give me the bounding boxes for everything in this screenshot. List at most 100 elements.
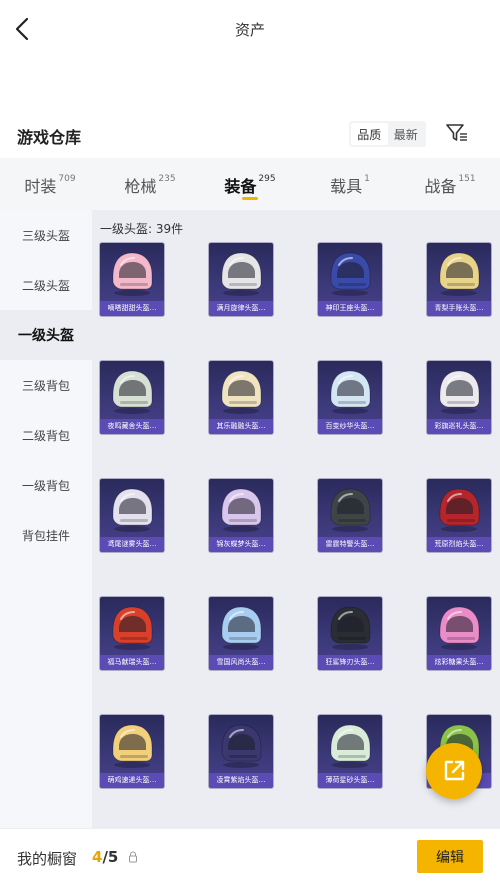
helmet-item-name: 鸢尾谜雾头盔… — [100, 537, 164, 552]
helmet-icon — [439, 370, 480, 414]
showcase-label: 我的橱窗 — [17, 850, 78, 868]
helmet-item-card[interactable]: 狂鲨锋刃头盔… — [318, 597, 382, 670]
subcategory-sidebar: 三级头盔 二级头盔 一级头盔 三级背包 二级背包 一级背包 背包挂件 — [0, 210, 92, 828]
helmet-item-name: 夜鸣藏舍头盔… — [100, 419, 164, 434]
item-count-heading: 一级头盔: 39件 — [100, 222, 184, 236]
helmet-item-name: 嘀嗒甜甜头盔… — [100, 301, 164, 316]
helmet-icon — [221, 724, 262, 768]
helmet-item-card[interactable]: 萌鸡速递头盔… — [100, 715, 164, 788]
section-header: 游戏仓库 品质 最新 — [0, 116, 500, 156]
page-title: 资产 — [234, 21, 265, 39]
helmet-icon — [112, 252, 153, 296]
showcase-total-count: 5 — [107, 848, 119, 866]
tab-count: 235 — [158, 174, 176, 184]
helmet-item-name: 炫彩糖果头盔… — [427, 655, 491, 670]
item-content-panel: 一级头盔: 39件 嘀嗒甜甜头盔… 满月旋律头盔… 神印王座头盔… 青梨手账头盔… 夜鸣… — [92, 210, 500, 828]
tab-count: 709 — [58, 174, 76, 184]
helmet-item-card[interactable]: 嘀嗒甜甜头盔… — [100, 243, 164, 316]
helmet-icon — [221, 488, 262, 532]
helmet-item-name: 福马献瑞头盔… — [100, 655, 164, 670]
tab-label: 时装 — [24, 177, 57, 196]
helmet-item-card[interactable]: 夜鸣藏舍头盔… — [100, 361, 164, 434]
helmet-item-name: 百变纱华头盔… — [318, 419, 382, 434]
helmet-icon — [112, 724, 153, 768]
helmet-icon — [330, 724, 371, 768]
tab-fashion[interactable]: 时装 709 — [0, 158, 100, 210]
helmet-item-name: 青梨手账头盔… — [427, 301, 491, 316]
showcase-used-count: 4 — [92, 848, 103, 866]
helmet-icon — [439, 252, 480, 296]
helmet-item-card[interactable]: 百变纱华头盔… — [318, 361, 382, 434]
helmet-item-name: 锦灰蝶梦头盔… — [209, 537, 273, 552]
showcase-bar: 我的橱窗 4/5 编辑 — [0, 828, 500, 885]
helmet-icon — [330, 606, 371, 650]
helmet-icon — [112, 606, 153, 650]
helmet-icon — [330, 370, 371, 414]
helmet-item-card[interactable]: 雷霆特警头盔… — [318, 479, 382, 552]
tab-weapons[interactable]: 枪械 235 — [100, 158, 200, 210]
helmet-item-name: 薄荷星砂头盔… — [318, 773, 382, 788]
helmet-item-card[interactable]: 满月旋律头盔… — [209, 243, 273, 316]
sidebar-item-level3-helmet[interactable]: 三级头盔 — [0, 210, 92, 260]
tab-label: 枪械 — [124, 177, 157, 196]
tab-supplies[interactable]: 战备 151 — [400, 158, 500, 210]
section-title: 游戏仓库 — [17, 128, 82, 147]
sidebar-item-level2-backpack[interactable]: 二级背包 — [0, 410, 92, 460]
helmet-icon — [439, 488, 480, 532]
tab-count: 151 — [458, 174, 476, 184]
helmet-item-name: 满月旋律头盔… — [209, 301, 273, 316]
category-tabs: 时装 709 枪械 235 装备 295 载具 1 战备 151 — [0, 158, 500, 210]
sort-quality-option[interactable]: 品质 — [351, 123, 388, 145]
helmet-item-card[interactable]: 炫彩糖果头盔… — [427, 597, 491, 670]
share-button[interactable] — [426, 743, 482, 799]
tab-equipment[interactable]: 装备 295 — [200, 158, 300, 210]
helmet-item-card[interactable]: 福马献瑞头盔… — [100, 597, 164, 670]
helmet-icon — [221, 370, 262, 414]
sort-latest-option[interactable]: 最新 — [388, 123, 425, 145]
helmet-item-name: 狂鲨锋刃头盔… — [318, 655, 382, 670]
helmet-item-name: 神印王座头盔… — [318, 301, 382, 316]
helmet-item-card[interactable]: 青梨手账头盔… — [427, 243, 491, 316]
sidebar-item-backpack-charm[interactable]: 背包挂件 — [0, 510, 92, 560]
helmet-item-card[interactable]: 彩旗巡礼头盔… — [427, 361, 491, 434]
helmet-item-card[interactable]: 鸢尾谜雾头盔… — [100, 479, 164, 552]
sidebar-item-level1-helmet[interactable]: 一级头盔 — [0, 310, 92, 360]
tab-label: 战备 — [424, 177, 457, 196]
helmet-item-name: 萌鸡速递头盔… — [100, 773, 164, 788]
helmet-icon — [330, 488, 371, 532]
helmet-item-card[interactable]: 薄荷星砂头盔… — [318, 715, 382, 788]
tab-label: 装备 — [224, 177, 257, 196]
helmet-icon — [330, 252, 371, 296]
helmet-item-name: 凌霄紫焰头盔… — [209, 773, 273, 788]
helmet-item-name: 雷霆特警头盔… — [318, 537, 382, 552]
helmet-item-card[interactable]: 神印王座头盔… — [318, 243, 382, 316]
helmet-item-card[interactable]: 凌霄紫焰头盔… — [209, 715, 273, 788]
helmet-icon — [439, 606, 480, 650]
helmet-item-name: 其乐融融头盔… — [209, 419, 273, 434]
tab-count: 1 — [364, 174, 370, 184]
share-external-icon — [444, 760, 465, 781]
tab-count: 295 — [258, 174, 276, 184]
edit-button[interactable]: 编辑 — [417, 840, 483, 873]
filter-icon[interactable] — [445, 121, 469, 145]
helmet-icon — [221, 252, 262, 296]
sidebar-item-level1-backpack[interactable]: 一级背包 — [0, 460, 92, 510]
helmet-item-card[interactable]: 其乐融融头盔… — [209, 361, 273, 434]
sidebar-item-level3-backpack[interactable]: 三级背包 — [0, 360, 92, 410]
helmet-item-name: 雪国风尚头盔… — [209, 655, 273, 670]
helmet-item-name: 荒原烈焰头盔… — [427, 537, 491, 552]
sort-toggle: 品质 最新 — [349, 121, 426, 147]
active-tab-indicator — [242, 197, 258, 200]
lock-icon — [129, 851, 137, 863]
helmet-item-card[interactable]: 荒原烈焰头盔… — [427, 479, 491, 552]
helmet-item-name: 彩旗巡礼头盔… — [427, 419, 491, 434]
helmet-icon — [112, 370, 153, 414]
top-bar: 资产 — [0, 0, 500, 58]
helmet-item-card[interactable]: 雪国风尚头盔… — [209, 597, 273, 670]
helmet-item-card[interactable]: 锦灰蝶梦头盔… — [209, 479, 273, 552]
tab-vehicles[interactable]: 载具 1 — [300, 158, 400, 210]
sidebar-item-level2-helmet[interactable]: 二级头盔 — [0, 260, 92, 310]
tab-label: 载具 — [330, 177, 363, 196]
helmet-icon — [221, 606, 262, 650]
showcase-count: 4/5 — [92, 848, 118, 866]
